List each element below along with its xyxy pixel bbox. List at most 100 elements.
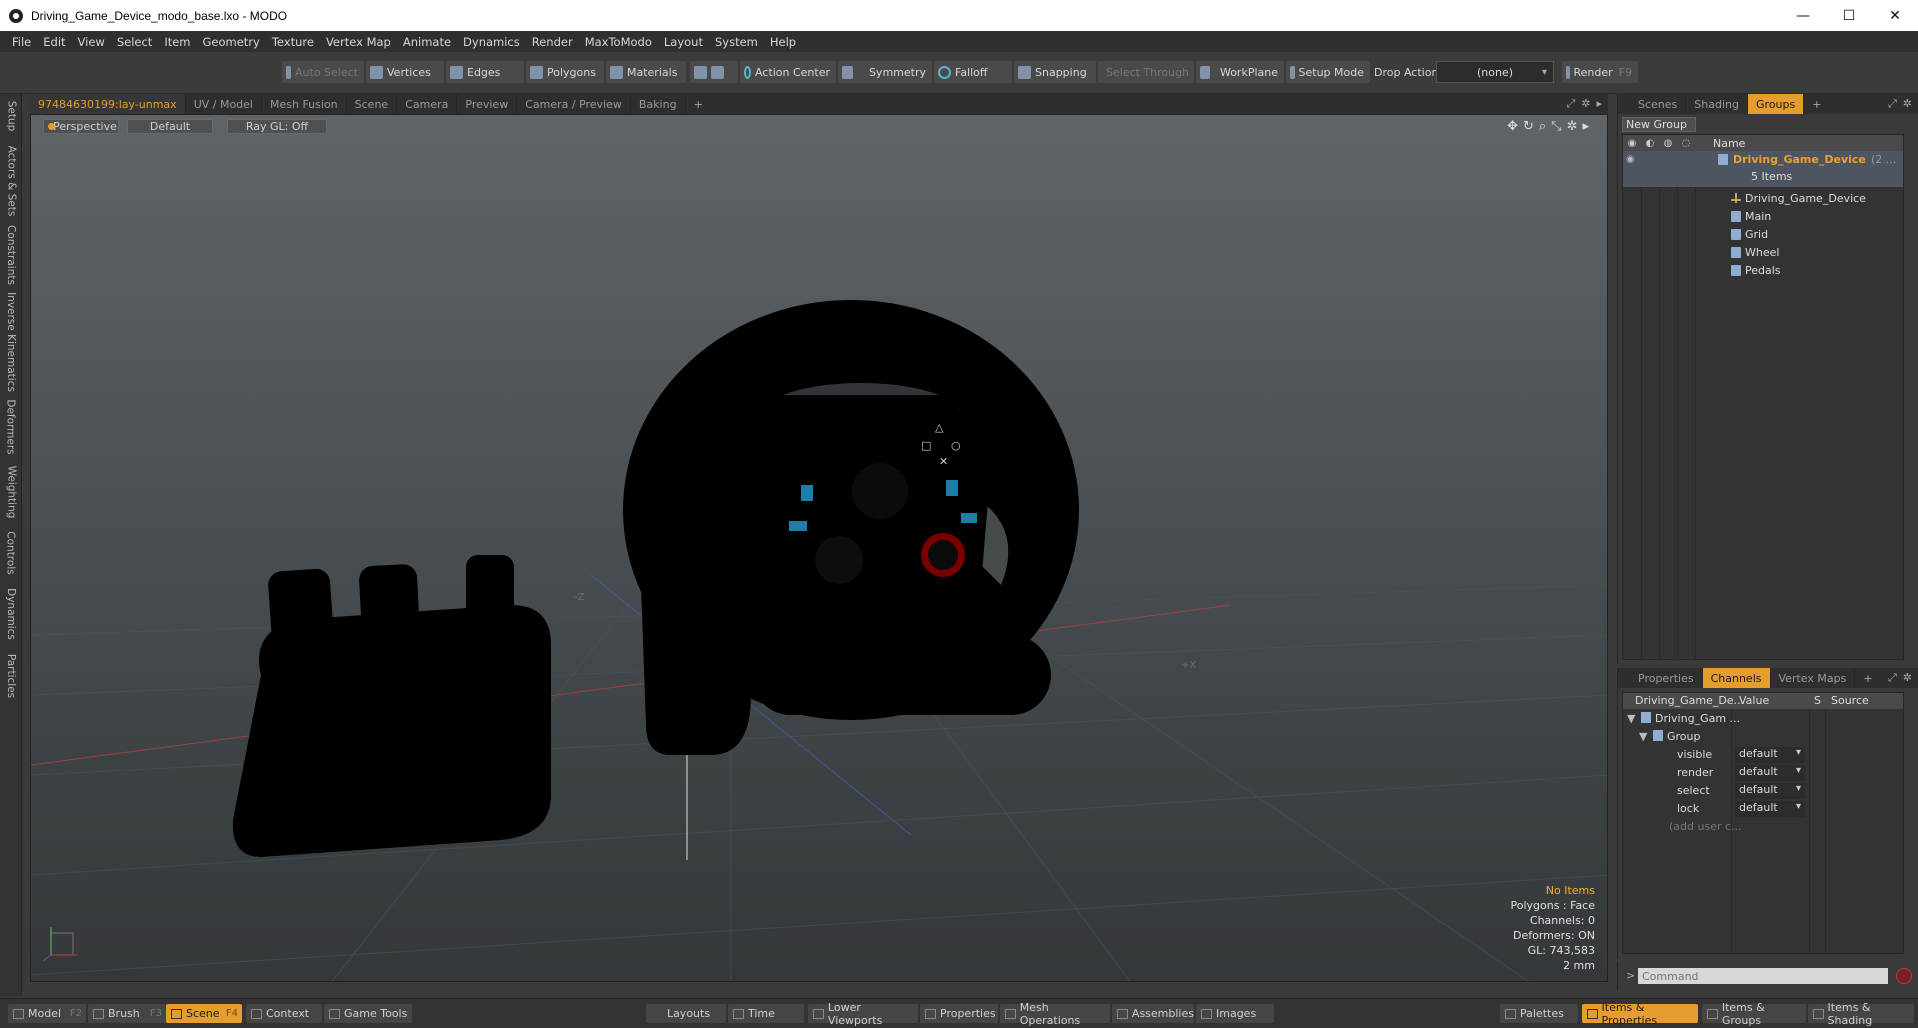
command-input[interactable] <box>1638 968 1888 984</box>
raygl-button[interactable]: Ray GL: Off <box>227 119 327 134</box>
tab-properties[interactable]: Properties <box>1630 668 1703 688</box>
vtab-dynamics[interactable]: Dynamics <box>2 586 20 642</box>
lower-viewports-button[interactable]: Lower Viewports <box>808 1001 918 1027</box>
scene-layout-button[interactable]: Scene F4 <box>166 1004 242 1023</box>
maximize-viewport-icon[interactable]: ⤢ <box>1566 97 1575 111</box>
mesh-operations-button[interactable]: Mesh Operations <box>1000 1001 1110 1027</box>
list-item[interactable]: Grid <box>1623 225 1903 243</box>
menu-item[interactable]: Item <box>158 35 196 49</box>
panel-settings-icon[interactable]: ✲ <box>1903 671 1912 685</box>
vtab-setup[interactable]: Setup <box>2 98 20 134</box>
menu-render[interactable]: Render <box>526 35 579 49</box>
menu-file[interactable]: File <box>6 35 37 49</box>
3d-viewport[interactable]: △ ○ □ ✕ -Z +X Perspective Default Ray GL… <box>30 114 1608 982</box>
pan-icon[interactable]: ✥ <box>1507 119 1518 134</box>
tab-baking[interactable]: Baking <box>631 94 686 114</box>
setup-mode-button[interactable]: Setup Mode <box>1286 61 1370 83</box>
add-panel-tab-button[interactable]: + <box>1804 94 1829 114</box>
menu-view[interactable]: View <box>72 35 111 49</box>
viewport-options-icon[interactable]: ✲ <box>1567 119 1578 134</box>
vtab-deformers[interactable]: Deformers <box>2 398 20 456</box>
channel-row[interactable]: lock default <box>1623 800 1903 818</box>
viewport-settings-icon[interactable]: ✲ <box>1581 97 1590 111</box>
new-group-button[interactable]: New Group <box>1622 117 1696 132</box>
list-item[interactable]: Main <box>1623 207 1903 225</box>
edges-button[interactable]: Edges <box>446 61 524 83</box>
tab-lay-unmax[interactable]: 97484630199:lay-unmax <box>30 94 186 114</box>
polygons-button[interactable]: Polygons <box>526 61 604 83</box>
lock-column-icon[interactable]: ◍ <box>1659 138 1677 149</box>
tab-vertex-maps[interactable]: Vertex Maps <box>1771 668 1856 688</box>
fit-icon[interactable]: ⤡ <box>1551 119 1561 134</box>
items-shading-button[interactable]: Items & Shading <box>1808 1001 1914 1027</box>
tab-groups[interactable]: Groups <box>1747 94 1805 114</box>
properties-button[interactable]: Properties <box>920 1004 998 1023</box>
channel-value-select[interactable]: default <box>1735 783 1805 799</box>
items-groups-button[interactable]: Items & Groups <box>1702 1001 1806 1027</box>
maximize-button[interactable]: ☐ <box>1826 0 1872 31</box>
expand-arrow-icon[interactable]: ▼ <box>1639 730 1647 743</box>
viewport-menu-icon[interactable]: ▸ <box>1596 97 1602 111</box>
images-button[interactable]: Images <box>1196 1004 1274 1023</box>
selection-sets-button[interactable] <box>690 61 738 83</box>
minimize-button[interactable]: — <box>1780 0 1826 31</box>
tab-uv-model[interactable]: UV / Model <box>186 94 262 114</box>
snapping-button[interactable]: Snapping <box>1014 61 1096 83</box>
menu-maxtomodo[interactable]: MaxToModo <box>579 35 658 49</box>
drop-action-select[interactable]: (none) <box>1436 61 1554 83</box>
vtab-weighting[interactable]: Weighting <box>2 464 20 520</box>
menu-vertex-map[interactable]: Vertex Map <box>320 35 397 49</box>
channel-value-select[interactable]: default <box>1735 765 1805 781</box>
list-item[interactable]: Driving_Game_Device <box>1623 189 1903 207</box>
brush-layout-button[interactable]: Brush F3 <box>88 1004 166 1023</box>
channel-row[interactable]: visible default <box>1623 746 1903 764</box>
channel-value-select[interactable]: default <box>1735 747 1805 763</box>
time-button[interactable]: Time <box>728 1004 804 1023</box>
visibility-column-icon[interactable]: ◉ <box>1623 138 1641 149</box>
rotate-icon[interactable]: ↻ <box>1523 119 1534 134</box>
vtab-particles[interactable]: Particles <box>2 650 20 702</box>
channel-row[interactable]: select default <box>1623 782 1903 800</box>
vtab-actors-sets[interactable]: Actors & Sets <box>2 146 20 217</box>
viewport-expand-icon[interactable]: ▸ <box>1582 119 1589 134</box>
panel-maximize-icon[interactable]: ⤢ <box>1888 97 1897 111</box>
shading-mode-button[interactable]: Default <box>127 119 213 134</box>
zoom-icon[interactable]: ⌕ <box>1539 119 1546 134</box>
close-button[interactable]: ✕ <box>1872 0 1918 31</box>
add-tab-button[interactable]: + <box>686 94 711 114</box>
tab-scenes[interactable]: Scenes <box>1630 94 1687 114</box>
vtab-constraints[interactable]: Constraints <box>2 224 20 286</box>
add-panel-tab-button[interactable]: + <box>1855 668 1880 688</box>
channel-row[interactable]: render default <box>1623 764 1903 782</box>
model-layout-button[interactable]: Model F2 <box>8 1004 86 1023</box>
tab-preview[interactable]: Preview <box>457 94 518 114</box>
channel-group-row[interactable]: ▼ Group <box>1623 728 1903 746</box>
assemblies-button[interactable]: Assemblies <box>1112 1004 1194 1023</box>
render-column-icon[interactable]: ◐ <box>1641 138 1659 149</box>
symmetry-button[interactable]: Symmetry <box>838 61 932 83</box>
palettes-button[interactable]: Palettes <box>1500 1004 1578 1023</box>
list-item[interactable]: Pedals <box>1623 261 1903 279</box>
action-center-button[interactable]: Action Center <box>740 61 836 83</box>
render-button[interactable]: Render F9 <box>1562 61 1638 83</box>
tab-shading[interactable]: Shading <box>1686 94 1748 114</box>
vertices-button[interactable]: Vertices <box>366 61 444 83</box>
menu-edit[interactable]: Edit <box>37 35 71 49</box>
channel-value-select[interactable]: default <box>1735 801 1805 817</box>
expand-arrow-icon[interactable]: ▼ <box>1627 712 1635 725</box>
vtab-controls[interactable]: Controls <box>2 528 20 578</box>
panel-settings-icon[interactable]: ✲ <box>1903 97 1912 111</box>
channel-root-row[interactable]: ▼ Driving_Gam ... <box>1623 710 1903 728</box>
record-macro-icon[interactable] <box>1896 968 1912 984</box>
materials-button[interactable]: Materials <box>606 61 686 83</box>
menu-system[interactable]: System <box>709 35 764 49</box>
select-column-icon[interactable]: ◌ <box>1677 138 1695 149</box>
game-tools-layout-button[interactable]: Game Tools <box>324 1004 412 1023</box>
falloff-button[interactable]: Falloff <box>934 61 1012 83</box>
panel-maximize-icon[interactable]: ⤢ <box>1888 671 1897 685</box>
tab-camera[interactable]: Camera <box>397 94 458 114</box>
group-visibility-icon[interactable]: ◉ <box>1626 154 1635 165</box>
add-user-channel-row[interactable]: (add user c... <box>1623 818 1903 836</box>
menu-help[interactable]: Help <box>764 35 802 49</box>
vtab-inverse-kinematics[interactable]: Inverse Kinematics <box>2 292 20 392</box>
